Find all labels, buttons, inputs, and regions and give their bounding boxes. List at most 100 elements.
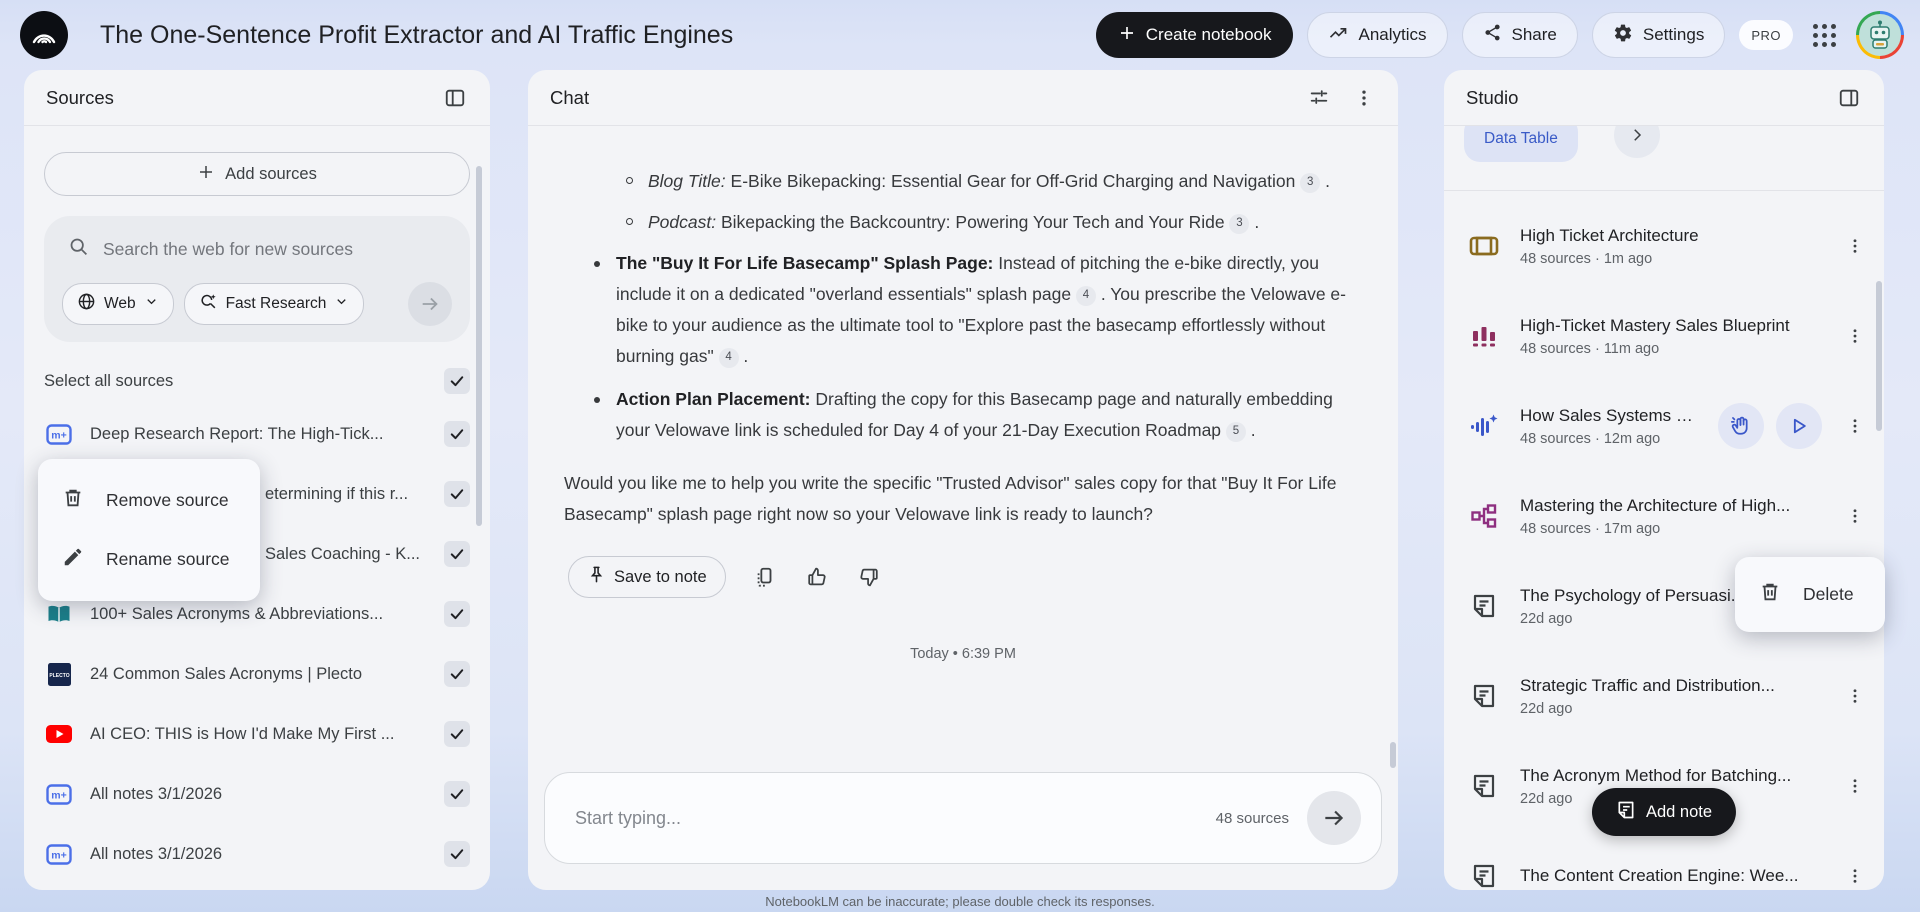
studio-item-more-icon[interactable] bbox=[1842, 233, 1868, 259]
sources-scrollbar[interactable] bbox=[476, 166, 482, 526]
settings-button[interactable]: Settings bbox=[1591, 12, 1726, 58]
source-row[interactable]: m+ Deep Research Report: The High-Tick..… bbox=[24, 404, 490, 464]
book-teal-icon bbox=[44, 604, 74, 625]
studio-scrollbar[interactable] bbox=[1876, 281, 1882, 431]
source-row[interactable]: m+ All notes 3/1/2026 bbox=[24, 764, 490, 824]
source-title: 100+ Sales Acronyms & Abbreviations... bbox=[90, 604, 384, 623]
source-checkbox[interactable] bbox=[444, 541, 470, 567]
chat-settings-icon[interactable] bbox=[1306, 85, 1332, 111]
report-icon bbox=[1468, 324, 1500, 348]
studio-item-more-icon[interactable] bbox=[1842, 413, 1868, 439]
search-filters-row: Web Fast Research bbox=[62, 282, 452, 326]
note-icon bbox=[1468, 593, 1500, 619]
play-audio-button[interactable] bbox=[1776, 403, 1822, 449]
studio-item-more-icon[interactable] bbox=[1842, 323, 1868, 349]
citation-badge[interactable]: 3 bbox=[1300, 172, 1321, 193]
studio-item-row[interactable]: High-Ticket Mastery Sales Blueprint 48 s… bbox=[1444, 291, 1884, 381]
chat-more-options-icon[interactable] bbox=[1352, 86, 1376, 110]
studio-item-title: How Sales Systems Map... bbox=[1520, 405, 1698, 425]
note-blue-icon: m+ bbox=[44, 843, 74, 865]
rename-source-menu-item[interactable]: Rename source bbox=[38, 530, 260, 589]
svg-text:m+: m+ bbox=[51, 789, 66, 801]
pin-icon bbox=[587, 565, 606, 589]
source-checkbox[interactable] bbox=[444, 481, 470, 507]
chat-paragraph: Action Plan Placement: Drafting the copy… bbox=[564, 384, 1362, 446]
citation-badge[interactable]: 5 bbox=[1225, 421, 1246, 442]
web-search-card: Search the web for new sources Web Fast … bbox=[44, 216, 470, 342]
source-row[interactable]: PLECTO 24 Common Sales Acronyms | Plecto bbox=[24, 644, 490, 704]
studio-item-title: High-Ticket Mastery Sales Blueprint bbox=[1520, 315, 1790, 335]
studio-item-row[interactable]: How Sales Systems Map... 48 sources · 12… bbox=[1444, 381, 1884, 471]
citation-badge[interactable]: 4 bbox=[718, 347, 739, 368]
interactive-mode-button[interactable] bbox=[1718, 403, 1764, 449]
search-input[interactable]: Search the web for new sources bbox=[62, 236, 452, 262]
source-checkbox[interactable] bbox=[444, 661, 470, 687]
studio-item-row[interactable]: The Content Creation Engine: Wee... bbox=[1444, 831, 1884, 889]
studio-item-row[interactable]: High Ticket Architecture 48 sources · 1m… bbox=[1444, 201, 1884, 291]
studio-item-title: Mastering the Architecture of High... bbox=[1520, 495, 1791, 515]
notebooklm-logo-icon[interactable] bbox=[20, 11, 68, 59]
citation-badge[interactable]: 3 bbox=[1229, 213, 1250, 234]
sources-panel-title: Sources bbox=[46, 86, 114, 108]
studio-item-meta: 48 sources · 11m ago bbox=[1520, 340, 1660, 357]
thumbs-up-icon[interactable] bbox=[804, 564, 830, 590]
studio-item-row[interactable]: Strategic Traffic and Distribution... 22… bbox=[1444, 651, 1884, 741]
source-checkbox[interactable] bbox=[444, 841, 470, 867]
account-avatar[interactable] bbox=[1856, 11, 1904, 59]
web-filter-dropdown[interactable]: Web bbox=[62, 283, 174, 325]
create-notebook-button[interactable]: Create notebook bbox=[1095, 12, 1294, 58]
plus-icon bbox=[1118, 24, 1136, 47]
data-table-chip[interactable]: Data Table bbox=[1464, 126, 1578, 162]
collapse-sources-panel-icon[interactable] bbox=[442, 85, 468, 111]
source-checkbox[interactable] bbox=[444, 601, 470, 627]
studio-item-row[interactable]: Mastering the Architecture of High... 48… bbox=[1444, 471, 1884, 561]
top-bar: The One-Sentence Profit Extractor and AI… bbox=[0, 0, 1920, 70]
share-button[interactable]: Share bbox=[1461, 12, 1578, 58]
note-icon bbox=[1468, 863, 1500, 889]
research-mode-dropdown[interactable]: Fast Research bbox=[183, 283, 365, 325]
chat-input-box[interactable]: Start typing... 48 sources bbox=[544, 772, 1382, 864]
select-all-label: Select all sources bbox=[44, 371, 174, 390]
analytics-button[interactable]: Analytics bbox=[1307, 12, 1448, 58]
google-apps-icon[interactable] bbox=[1807, 18, 1842, 53]
pencil-icon bbox=[62, 546, 84, 573]
collapse-studio-panel-icon[interactable] bbox=[1836, 85, 1862, 111]
remove-source-menu-item[interactable]: Remove source bbox=[38, 471, 260, 530]
notebook-title[interactable]: The One-Sentence Profit Extractor and AI… bbox=[100, 21, 733, 50]
studio-item-meta: 48 sources · 12m ago bbox=[1520, 430, 1661, 447]
thumbs-down-icon[interactable] bbox=[856, 564, 882, 590]
studio-item-more-icon[interactable] bbox=[1842, 863, 1868, 889]
source-row[interactable]: m+ All notes 3/1/2026 bbox=[24, 824, 490, 884]
svg-text:m+: m+ bbox=[51, 849, 66, 861]
sparkle-search-icon bbox=[199, 292, 218, 316]
save-to-note-button[interactable]: Save to note bbox=[568, 556, 726, 598]
select-all-row: Select all sources bbox=[44, 368, 470, 394]
note-blue-icon: m+ bbox=[44, 783, 74, 805]
source-title: 24 Common Sales Acronyms | Plecto bbox=[90, 664, 363, 683]
chat-scrollbar[interactable] bbox=[1390, 742, 1396, 768]
studio-item-title: High Ticket Architecture bbox=[1520, 225, 1699, 245]
chip-next-icon[interactable] bbox=[1614, 126, 1660, 158]
source-checkbox[interactable] bbox=[444, 721, 470, 747]
studio-item-meta: 22d ago bbox=[1520, 700, 1573, 717]
svg-text:PLECTO: PLECTO bbox=[49, 673, 69, 679]
citation-badge[interactable]: 4 bbox=[1075, 285, 1096, 306]
delete-menu-item[interactable]: Delete bbox=[1735, 565, 1885, 624]
add-sources-button[interactable]: Add sources bbox=[44, 152, 470, 196]
search-icon bbox=[68, 236, 89, 262]
copy-icon[interactable] bbox=[752, 564, 778, 590]
studio-item-title: The Acronym Method for Batching... bbox=[1520, 765, 1792, 785]
send-message-button[interactable] bbox=[1307, 791, 1361, 845]
source-title: Deep Research Report: The High-Tick... bbox=[90, 424, 384, 443]
gear-icon bbox=[1613, 23, 1633, 48]
add-note-button[interactable]: Add note bbox=[1591, 788, 1737, 836]
studio-item-more-icon[interactable] bbox=[1842, 503, 1868, 529]
search-submit-button[interactable] bbox=[408, 282, 452, 326]
flashcards-icon bbox=[1468, 234, 1500, 258]
studio-item-more-icon[interactable] bbox=[1842, 773, 1868, 799]
source-checkbox[interactable] bbox=[444, 421, 470, 447]
source-row[interactable]: AI CEO: THIS is How I'd Make My First ..… bbox=[24, 704, 490, 764]
select-all-checkbox[interactable] bbox=[444, 368, 470, 394]
source-checkbox[interactable] bbox=[444, 781, 470, 807]
studio-item-more-icon[interactable] bbox=[1842, 683, 1868, 709]
